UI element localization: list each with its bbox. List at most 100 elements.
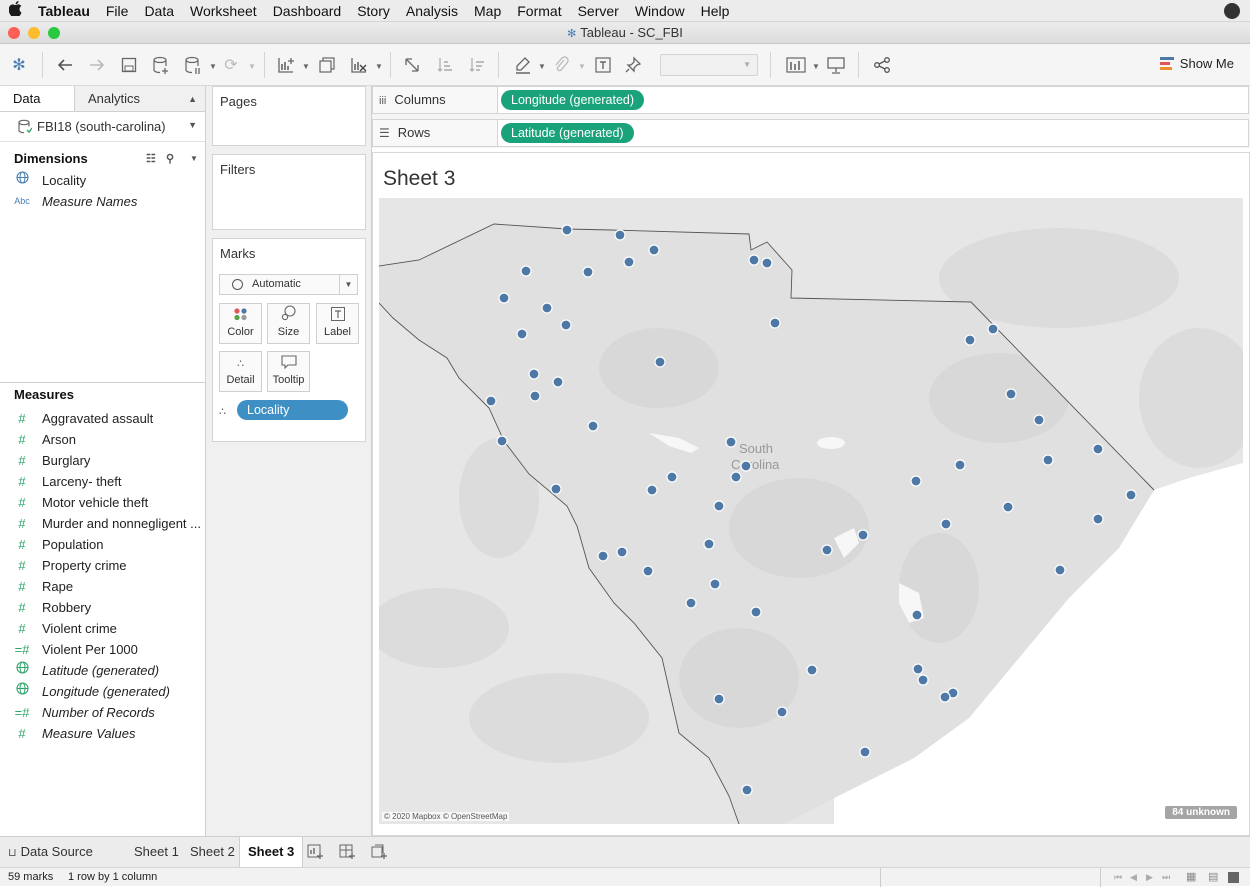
locality-mark[interactable]	[987, 323, 999, 335]
locality-mark[interactable]	[498, 292, 510, 304]
pin-icon[interactable]	[622, 54, 644, 76]
first-page-icon[interactable]: ⏮	[1114, 868, 1122, 887]
clear-sheet-icon[interactable]	[348, 54, 370, 76]
fit-dropdown[interactable]: ▼	[660, 54, 758, 76]
color-button[interactable]: Color	[219, 303, 262, 344]
menu-file[interactable]: File	[98, 0, 137, 22]
evernote-icon[interactable]	[1224, 3, 1240, 19]
locality-mark[interactable]	[541, 302, 553, 314]
tableau-logo-icon[interactable]: ✻	[8, 54, 30, 76]
locality-mark[interactable]	[528, 368, 540, 380]
locality-mark[interactable]	[560, 319, 572, 331]
highlight-dropdown-icon[interactable]: ▼	[538, 62, 546, 71]
locality-mark[interactable]	[597, 550, 609, 562]
filmstrip-view-icon[interactable]: ▤	[1208, 868, 1218, 887]
map-view[interactable]: South Carolina © 2020 Mapbox © OpenStree…	[379, 198, 1243, 824]
locality-mark[interactable]	[769, 317, 781, 329]
data-source-tab[interactable]: ⊔ Data Source	[0, 837, 101, 867]
mark-type-dropdown[interactable]: Automatic ▼	[219, 274, 358, 295]
measure-field[interactable]: # Arson	[0, 429, 205, 450]
undo-icon[interactable]	[54, 54, 76, 76]
latitude-pill[interactable]: Latitude (generated)	[501, 123, 634, 143]
locality-mark[interactable]	[516, 328, 528, 340]
locality-mark[interactable]	[748, 254, 760, 266]
close-window-button[interactable]	[8, 27, 20, 39]
menu-story[interactable]: Story	[349, 0, 398, 22]
pause-dropdown-icon[interactable]: ▼	[209, 62, 217, 71]
presentation-mode-icon[interactable]	[825, 54, 847, 76]
new-worksheet-icon[interactable]	[275, 54, 297, 76]
locality-mark[interactable]	[1092, 513, 1104, 525]
duplicate-sheet-icon[interactable]	[316, 54, 338, 76]
next-page-icon[interactable]: ▶	[1146, 868, 1153, 887]
locality-mark[interactable]	[552, 376, 564, 388]
redo-icon[interactable]	[86, 54, 108, 76]
locality-mark[interactable]	[623, 256, 635, 268]
highlight-icon[interactable]	[512, 54, 534, 76]
unknown-indicator[interactable]: 84 unknown	[1165, 806, 1237, 819]
measure-field[interactable]: # Motor vehicle theft	[0, 492, 205, 513]
locality-detail-pill[interactable]: Locality	[237, 400, 348, 420]
filters-card[interactable]: Filters	[212, 154, 366, 230]
new-worksheet-tab-icon[interactable]	[304, 841, 326, 863]
locality-mark[interactable]	[750, 606, 762, 618]
menu-dashboard[interactable]: Dashboard	[265, 0, 350, 22]
locality-mark[interactable]	[642, 565, 654, 577]
tab-sheet-1[interactable]: Sheet 1	[126, 837, 187, 867]
locality-mark[interactable]	[713, 500, 725, 512]
view-options-icon[interactable]: ☷	[146, 148, 156, 170]
locality-mark[interactable]	[709, 578, 721, 590]
dimension-locality[interactable]: Locality	[0, 170, 205, 191]
measure-field[interactable]: # Robbery	[0, 597, 205, 618]
locality-mark[interactable]	[561, 224, 573, 236]
locality-mark[interactable]	[964, 334, 976, 346]
group-dropdown-icon[interactable]: ▼	[578, 62, 586, 71]
locality-mark[interactable]	[587, 420, 599, 432]
locality-mark[interactable]	[616, 546, 628, 558]
menu-help[interactable]: Help	[693, 0, 738, 22]
measure-field[interactable]: =# Violent Per 1000	[0, 639, 205, 660]
locality-mark[interactable]	[954, 459, 966, 471]
size-button[interactable]: Size	[267, 303, 310, 344]
measure-field[interactable]: # Violent crime	[0, 618, 205, 639]
locality-mark[interactable]	[520, 265, 532, 277]
measure-field[interactable]: # Measure Values	[0, 723, 205, 744]
locality-mark[interactable]	[1054, 564, 1066, 576]
clear-sheet-dropdown-icon[interactable]: ▼	[375, 62, 383, 71]
minimize-window-button[interactable]	[28, 27, 40, 39]
sort-ascending-icon[interactable]	[434, 54, 456, 76]
locality-mark[interactable]	[939, 691, 951, 703]
tab-sheet-3[interactable]: Sheet 3	[239, 837, 304, 867]
prev-page-icon[interactable]: ◀	[1130, 868, 1137, 887]
locality-mark[interactable]	[730, 471, 742, 483]
measure-field[interactable]: # Larceny- theft	[0, 471, 205, 492]
locality-mark[interactable]	[685, 597, 697, 609]
refresh-icon[interactable]: ⟳	[220, 54, 242, 76]
measure-field[interactable]: # Population	[0, 534, 205, 555]
last-page-icon[interactable]: ⏭	[1162, 868, 1170, 887]
locality-mark[interactable]	[550, 483, 562, 495]
search-icon[interactable]: ⚲	[166, 148, 174, 170]
locality-mark[interactable]	[648, 244, 660, 256]
menu-map[interactable]: Map	[466, 0, 509, 22]
tab-view-icon[interactable]	[1228, 872, 1239, 883]
refresh-dropdown-icon[interactable]: ▼	[248, 62, 256, 71]
dimension-measure-names[interactable]: Abc Measure Names	[0, 191, 205, 212]
locality-mark[interactable]	[1042, 454, 1054, 466]
zoom-window-button[interactable]	[48, 27, 60, 39]
locality-mark[interactable]	[741, 784, 753, 796]
detail-button[interactable]: ∴ Detail	[219, 351, 262, 392]
grid-view-icon[interactable]: ▦	[1186, 868, 1196, 887]
locality-mark[interactable]	[740, 460, 752, 472]
locality-mark[interactable]	[776, 706, 788, 718]
locality-mark[interactable]	[917, 674, 929, 686]
swap-rows-columns-icon[interactable]	[401, 54, 423, 76]
tab-analytics[interactable]: Analytics ▲ ▼	[74, 86, 205, 130]
menu-analysis[interactable]: Analysis	[398, 0, 466, 22]
tab-data[interactable]: Data	[0, 86, 74, 111]
locality-mark[interactable]	[582, 266, 594, 278]
locality-mark[interactable]	[821, 544, 833, 556]
locality-mark[interactable]	[654, 356, 666, 368]
menu-data[interactable]: Data	[136, 0, 182, 22]
rows-shelf[interactable]: ☰ Rows Latitude (generated)	[372, 119, 1249, 147]
